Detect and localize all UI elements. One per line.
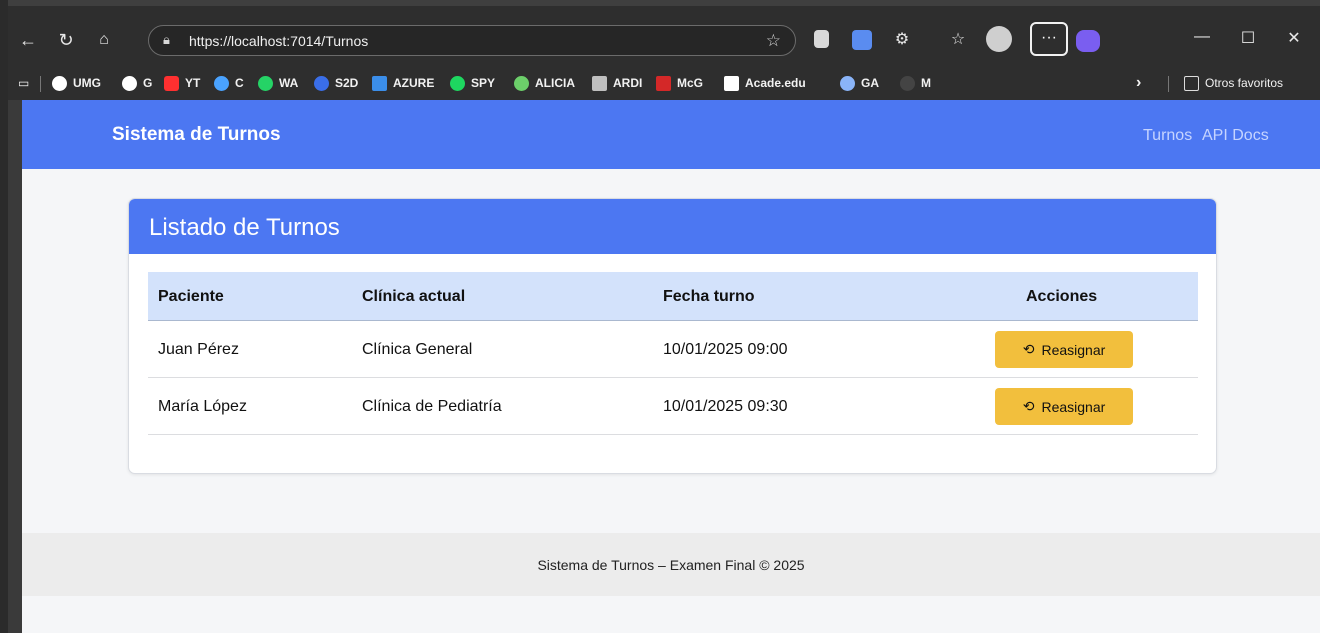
ardi-icon <box>592 75 607 91</box>
address-row: ← ↻ ⌂ 🔒︎ https://localhost:7014/Turnos ☆… <box>8 22 1320 60</box>
bookmark-spy[interactable]: SPY <box>450 72 495 94</box>
turnos-card: Listado de Turnos Paciente Clínica actua… <box>128 198 1217 474</box>
bookmark-azure[interactable]: AZURE <box>372 72 434 94</box>
bookmarks-bar: ▭ UMG G YT C WA S2D AZURE SPY ALICIA ARD… <box>8 68 1320 98</box>
bookmark-umg[interactable]: UMG <box>52 72 101 94</box>
bookmark-academia[interactable]: Acade.edu <box>724 72 806 94</box>
more-options-button[interactable]: ··· <box>1030 22 1068 56</box>
youtube-icon <box>164 75 179 91</box>
bookmark-m[interactable]: M <box>900 72 931 94</box>
academia-icon <box>724 75 739 91</box>
address-bar[interactable]: 🔒︎ https://localhost:7014/Turnos ☆ <box>148 25 796 56</box>
ga-icon <box>840 75 855 91</box>
bookmark-ardi[interactable]: ARDI <box>592 72 642 94</box>
card-title: Listado de Turnos <box>149 214 340 241</box>
spotify-icon <box>450 75 465 91</box>
profile-avatar-icon[interactable] <box>986 26 1012 52</box>
brand-link[interactable]: Sistema de Turnos <box>112 124 281 146</box>
lock-icon: 🔒︎ <box>163 32 170 47</box>
extensions-puzzle-icon[interactable]: ⚙ <box>888 26 916 54</box>
table-row: Juan Pérez Clínica General 10/01/2025 09… <box>148 321 1198 378</box>
cell-paciente: María López <box>158 398 247 415</box>
collections-icon[interactable]: ▭ <box>18 72 29 94</box>
column-header-paciente: Paciente <box>158 288 224 305</box>
refresh-arrows-icon: ⟲ <box>1022 341 1035 357</box>
alicia-icon <box>514 75 529 91</box>
home-icon[interactable]: ⌂ <box>90 26 118 54</box>
table-row: María López Clínica de Pediatría 10/01/2… <box>148 378 1198 435</box>
column-header-acciones: Acciones <box>1026 288 1098 305</box>
reading-view-icon[interactable] <box>814 30 829 48</box>
bookmark-separator <box>1168 76 1169 92</box>
bookmark-wa[interactable]: WA <box>258 72 298 94</box>
copilot-icon[interactable] <box>1076 30 1100 52</box>
bookmark-yt[interactable]: YT <box>164 72 200 94</box>
nav-link-turnos[interactable]: Turnos <box>1143 127 1192 145</box>
app-navbar: Sistema de Turnos Turnos API Docs <box>22 100 1320 169</box>
page-footer: Sistema de Turnos – Examen Final © 2025 <box>22 533 1320 596</box>
extension-icon[interactable] <box>852 30 872 50</box>
url-text[interactable]: https://localhost:7014/Turnos <box>189 33 368 49</box>
cell-fecha: 10/01/2025 09:00 <box>663 341 788 358</box>
column-header-clinica: Clínica actual <box>362 288 466 305</box>
favorite-star-icon[interactable]: ☆ <box>766 31 781 51</box>
reassign-button[interactable]: ⟲ Reasignar <box>995 331 1133 368</box>
mcgraw-icon <box>656 75 671 91</box>
cell-fecha: 10/01/2025 09:30 <box>663 398 788 415</box>
card-header: Listado de Turnos <box>129 199 1216 254</box>
bookmark-alicia[interactable]: ALICIA <box>514 72 575 94</box>
bookmark-s2d[interactable]: S2D <box>314 72 358 94</box>
reassign-button[interactable]: ⟲ Reasignar <box>995 388 1133 425</box>
close-icon[interactable]: ✕ <box>1280 28 1308 48</box>
bookmark-c[interactable]: C <box>214 72 244 94</box>
window-left-edge <box>0 0 8 633</box>
folder-icon <box>1184 75 1199 91</box>
footer-text: Sistema de Turnos – Examen Final © 2025 <box>537 557 805 573</box>
column-header-fecha: Fecha turno <box>663 288 755 305</box>
nav-link-api-docs[interactable]: API Docs <box>1202 127 1269 145</box>
back-icon[interactable]: ← <box>14 26 42 54</box>
bookmark-ga[interactable]: GA <box>840 72 879 94</box>
whatsapp-icon <box>258 75 273 91</box>
maximize-icon[interactable]: ☐ <box>1234 28 1262 48</box>
bookmark-separator <box>40 76 41 92</box>
chevron-right-icon[interactable]: › <box>1136 72 1141 94</box>
refresh-icon[interactable]: ↻ <box>52 26 80 54</box>
cell-clinica: Clínica de Pediatría <box>362 398 502 415</box>
cell-paciente: Juan Pérez <box>158 341 239 358</box>
google-icon <box>52 75 67 91</box>
s2d-icon <box>314 75 329 91</box>
page-viewport: Sistema de Turnos Turnos API Docs Listad… <box>22 100 1320 633</box>
table-header: Paciente Clínica actual Fecha turno Acci… <box>148 272 1198 321</box>
browser-chrome: ← ↻ ⌂ 🔒︎ https://localhost:7014/Turnos ☆… <box>8 0 1320 100</box>
cell-clinica: Clínica General <box>362 341 473 358</box>
bookmark-g[interactable]: G <box>122 72 152 94</box>
google-icon <box>122 75 137 91</box>
bookmark-mcg[interactable]: McG <box>656 72 703 94</box>
c-app-icon <box>214 75 229 91</box>
other-favorites[interactable]: Otros favoritos <box>1184 72 1283 94</box>
tab-strip <box>8 0 1320 6</box>
minimize-icon[interactable]: — <box>1188 28 1216 46</box>
refresh-arrows-icon: ⟲ <box>1022 398 1035 414</box>
favorites-icon[interactable]: ☆ <box>944 26 972 54</box>
m-icon <box>900 75 915 91</box>
azure-icon <box>372 75 387 91</box>
